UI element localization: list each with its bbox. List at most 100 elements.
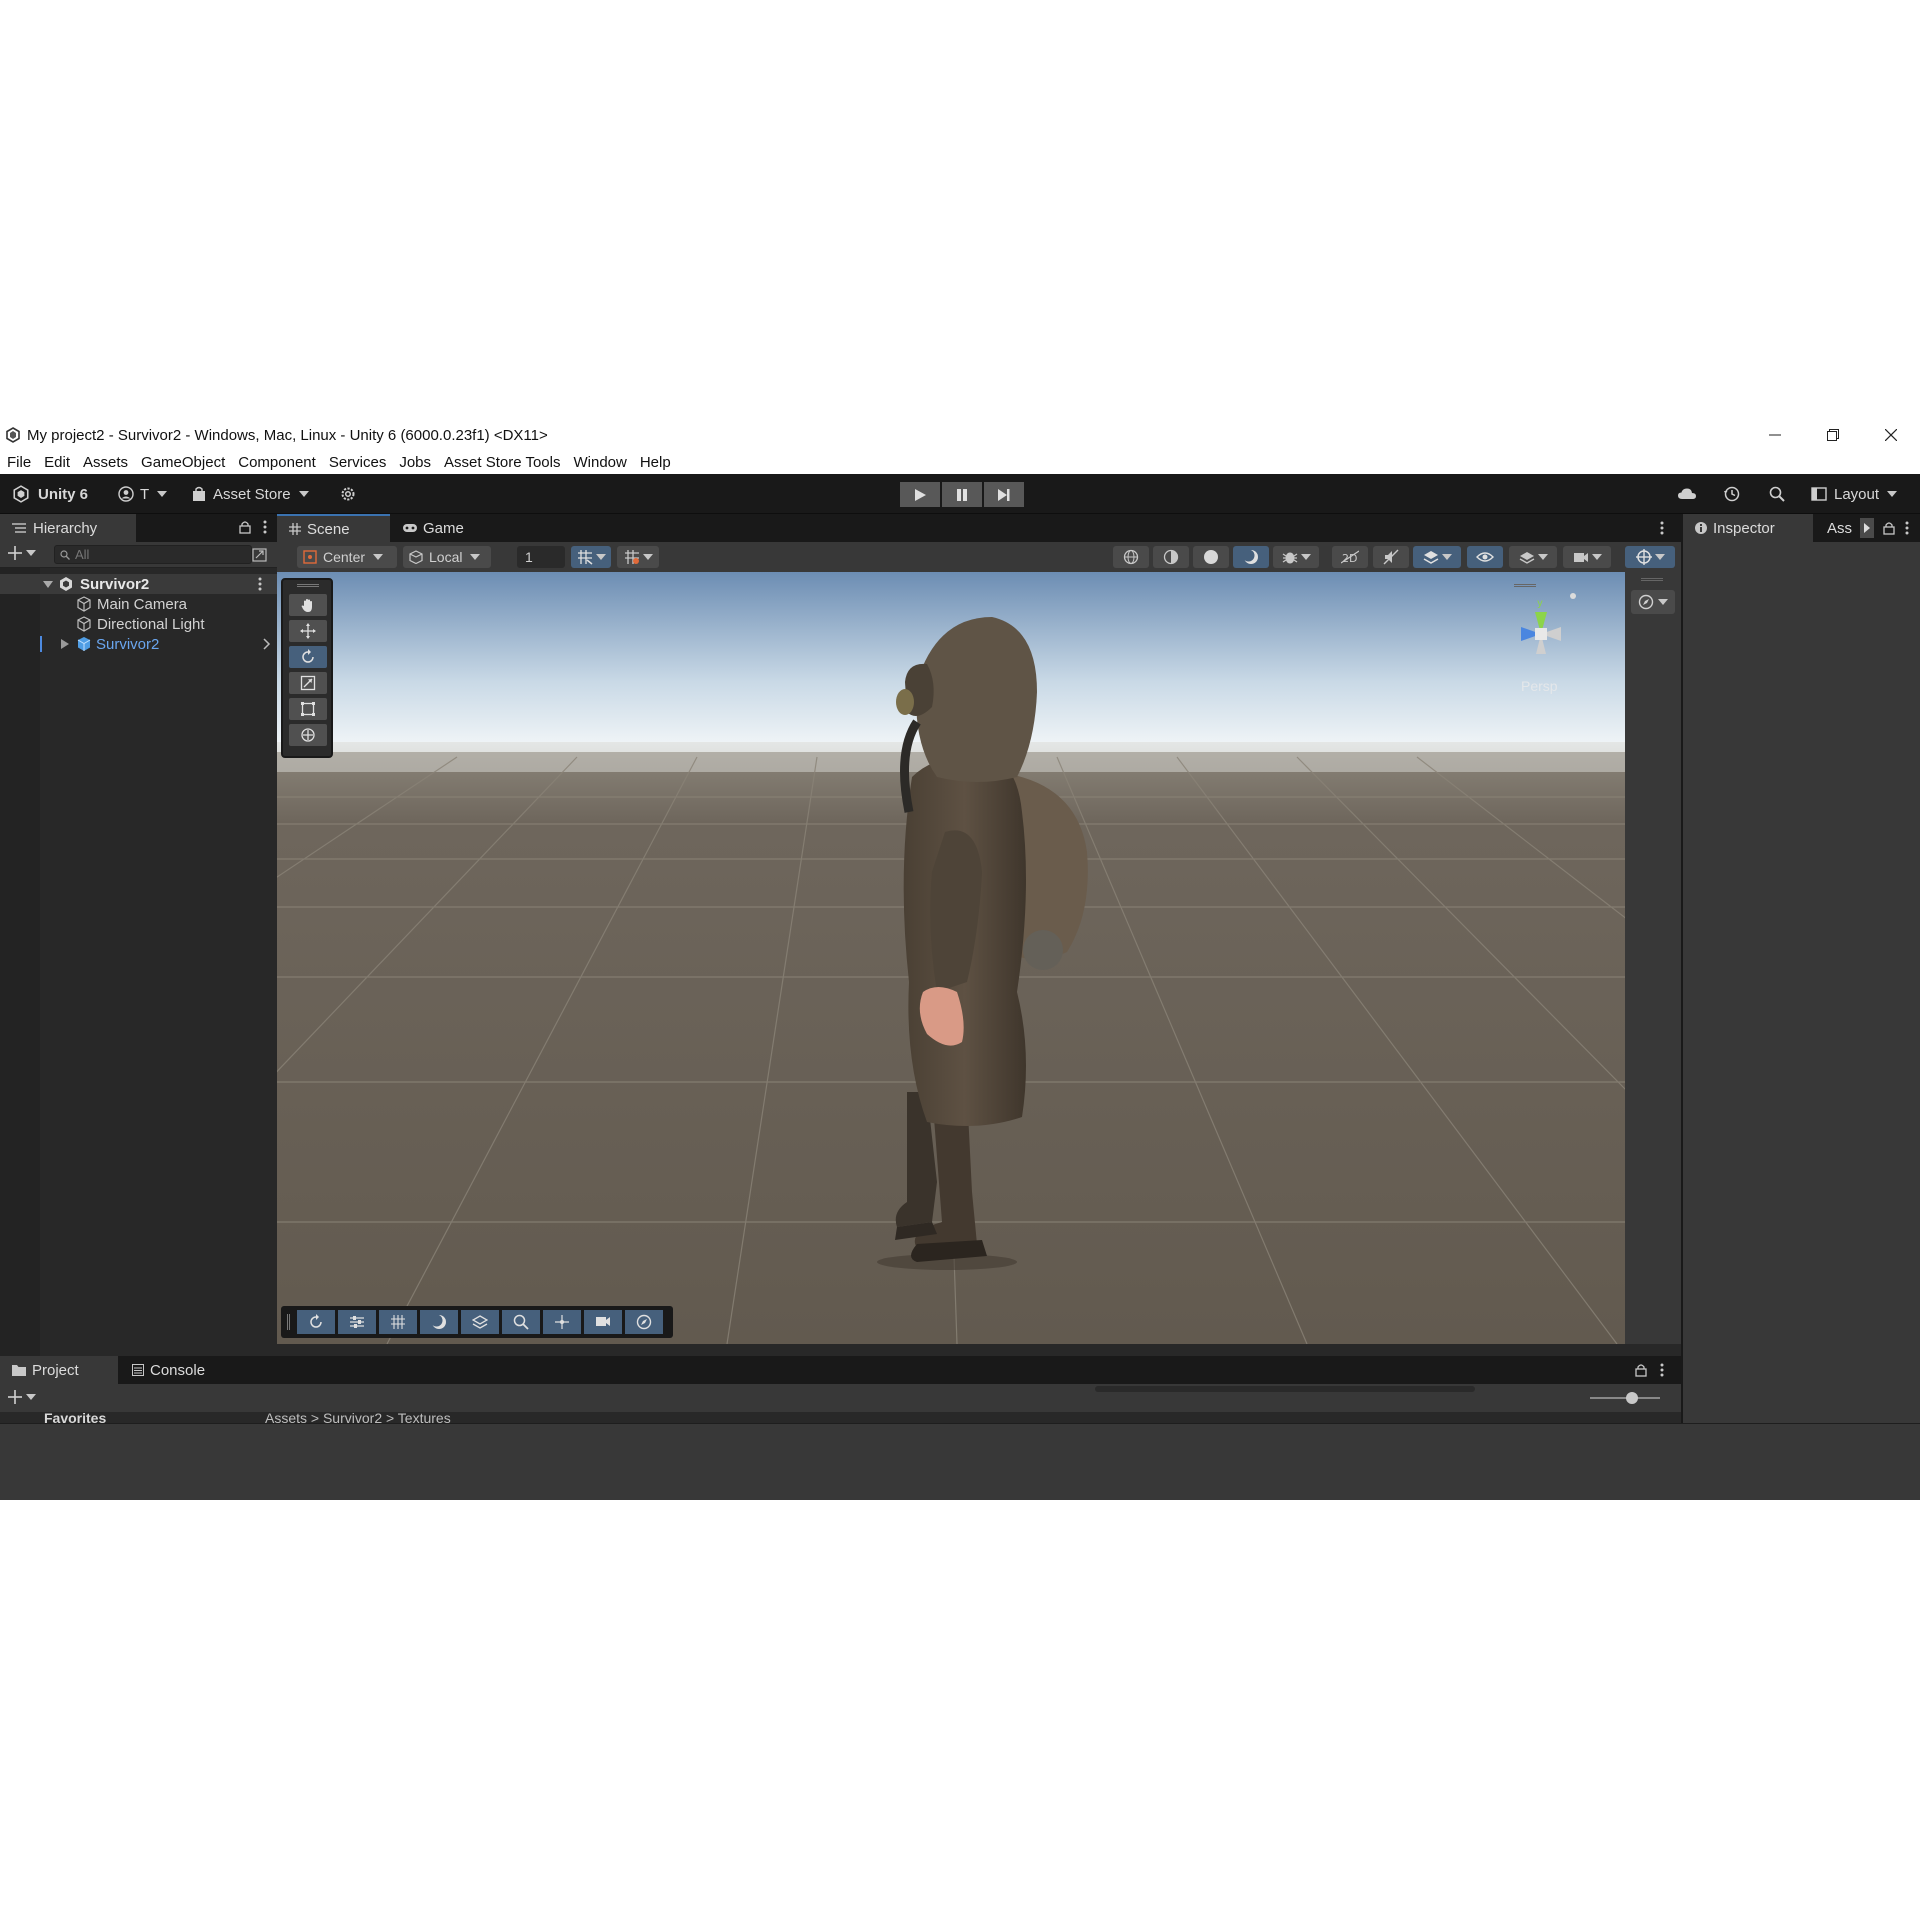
rect-tool-button[interactable] <box>289 698 327 720</box>
tab-asset-store[interactable]: Ass <box>1827 514 1852 542</box>
gizmo-drag-handle[interactable] <box>1514 584 1536 587</box>
pivot-rotation-dropdown[interactable]: Local <box>403 546 491 568</box>
tab-inspector[interactable]: Inspector <box>1683 514 1813 542</box>
search-scene-button[interactable] <box>502 1310 540 1334</box>
drag-handle[interactable] <box>297 584 319 587</box>
transform-tool-button[interactable] <box>289 724 327 746</box>
increment-snap-icon <box>624 550 639 564</box>
orientation-overlay-button[interactable] <box>1631 590 1675 614</box>
scene-viewport[interactable]: y Persp <box>277 572 1625 1344</box>
compass-button[interactable] <box>625 1310 663 1334</box>
hierarchy-search-input[interactable]: All <box>54 545 252 564</box>
tab-game[interactable]: Game <box>402 514 464 542</box>
orbit-tool-button[interactable] <box>297 1310 335 1334</box>
search-button[interactable] <box>1769 482 1785 506</box>
icon-size-slider[interactable] <box>1590 1392 1660 1404</box>
hierarchy-item-survivor2[interactable]: Survivor2 <box>0 634 277 654</box>
rotate-tool-button[interactable] <box>289 646 327 668</box>
more-options-icon[interactable] <box>263 520 267 534</box>
gizmos-dropdown[interactable] <box>1625 546 1675 568</box>
pivot-mode-dropdown[interactable]: Center <box>297 546 397 568</box>
menu-help[interactable]: Help <box>640 454 671 471</box>
account-dropdown[interactable]: T <box>118 482 168 506</box>
hierarchy-item-directional-light[interactable]: Directional Light <box>0 614 277 634</box>
menu-component[interactable]: Component <box>238 454 316 471</box>
menu-window[interactable]: Window <box>573 454 626 471</box>
camera-preview-button[interactable] <box>584 1310 622 1334</box>
debug-draw-dropdown[interactable] <box>1273 546 1319 568</box>
tab-hierarchy[interactable]: Hierarchy <box>0 514 136 542</box>
menu-edit[interactable]: Edit <box>44 454 70 471</box>
hand-tool-button[interactable] <box>289 594 327 616</box>
grid-snap-toggle[interactable] <box>571 546 611 568</box>
project-create-button[interactable] <box>8 1390 36 1404</box>
menu-gameobject[interactable]: GameObject <box>141 454 225 471</box>
pause-button[interactable] <box>942 482 982 507</box>
adjust-settings-button[interactable] <box>338 1310 376 1334</box>
step-button[interactable] <box>984 482 1024 507</box>
2d-toggle[interactable]: 2D <box>1332 546 1368 568</box>
minimize-button[interactable] <box>1746 420 1804 450</box>
asset-store-dropdown[interactable]: Asset Store <box>192 482 309 506</box>
inspector-panel: Inspector Ass <box>1681 514 1920 1500</box>
lock-icon[interactable] <box>1883 521 1895 535</box>
tab-console[interactable]: Console <box>132 1356 205 1384</box>
layers-dropdown[interactable] <box>1509 546 1557 568</box>
hierarchy-item-main-camera[interactable]: Main Camera <box>0 594 277 614</box>
triangle-right-icon[interactable] <box>60 639 70 649</box>
menu-file[interactable]: File <box>7 454 31 471</box>
menu-assets[interactable]: Assets <box>83 454 128 471</box>
increment-snap-toggle[interactable] <box>617 546 659 568</box>
create-button[interactable] <box>8 546 36 560</box>
tab-scroll-right[interactable] <box>1860 518 1874 538</box>
navmesh-button[interactable] <box>461 1310 499 1334</box>
settings-gear-icon <box>341 487 355 501</box>
cloud-button[interactable] <box>1677 482 1697 506</box>
more-options-icon[interactable] <box>1660 1363 1664 1377</box>
chevron-right-icon[interactable] <box>263 638 271 650</box>
grid-visibility-button[interactable] <box>379 1310 417 1334</box>
history-button[interactable] <box>1723 482 1741 506</box>
grid-size-input[interactable]: 1 <box>517 546 565 568</box>
search-icon <box>513 1314 529 1330</box>
more-options-icon[interactable] <box>1905 521 1909 535</box>
shaded-wire-toggle[interactable] <box>1153 546 1189 568</box>
orientation-gizmo[interactable]: y Persp <box>1491 582 1591 702</box>
scale-tool-button[interactable] <box>289 672 327 694</box>
scene-visibility-icon[interactable] <box>252 548 268 562</box>
menu-asset-store-tools[interactable]: Asset Store Tools <box>444 454 560 471</box>
hierarchy-scene-row[interactable]: Survivor2 <box>0 574 277 594</box>
tab-scene[interactable]: Scene <box>277 514 390 542</box>
lighting-button[interactable] <box>420 1310 458 1334</box>
package-settings-button[interactable] <box>340 482 356 506</box>
lighting-toggle[interactable] <box>1233 546 1269 568</box>
lock-icon[interactable] <box>239 520 251 534</box>
layout-dropdown[interactable]: Layout <box>1811 482 1898 506</box>
restore-button[interactable] <box>1804 420 1862 450</box>
lock-icon[interactable] <box>1635 1363 1647 1377</box>
scene-visibility-toggle[interactable] <box>1467 546 1503 568</box>
close-button[interactable] <box>1862 420 1920 450</box>
projection-label[interactable]: Persp <box>1521 678 1558 694</box>
shaded-toggle[interactable] <box>1193 546 1229 568</box>
audio-toggle[interactable] <box>1373 546 1409 568</box>
move-arrows-icon <box>300 623 316 639</box>
item-label: Main Camera <box>97 595 188 613</box>
camera-settings-dropdown[interactable] <box>1563 546 1611 568</box>
menu-services[interactable]: Services <box>329 454 387 471</box>
more-options-icon[interactable] <box>1660 521 1664 535</box>
effects-dropdown[interactable] <box>1413 546 1461 568</box>
more-options-icon[interactable] <box>258 577 262 591</box>
project-search-input[interactable] <box>1095 1386 1475 1392</box>
drag-handle[interactable] <box>1641 578 1663 581</box>
unity-brand-button[interactable]: Unity 6 <box>12 482 88 506</box>
tab-project[interactable]: Project <box>0 1356 118 1384</box>
move-tool-button[interactable] <box>289 620 327 642</box>
pivot-button[interactable] <box>543 1310 581 1334</box>
grid-snap-icon <box>577 550 592 565</box>
drag-handle[interactable] <box>287 1314 290 1330</box>
render-mode-toggle[interactable] <box>1113 546 1149 568</box>
slider-thumb[interactable] <box>1626 1392 1638 1404</box>
play-button[interactable] <box>900 482 940 507</box>
menu-jobs[interactable]: Jobs <box>399 454 431 471</box>
